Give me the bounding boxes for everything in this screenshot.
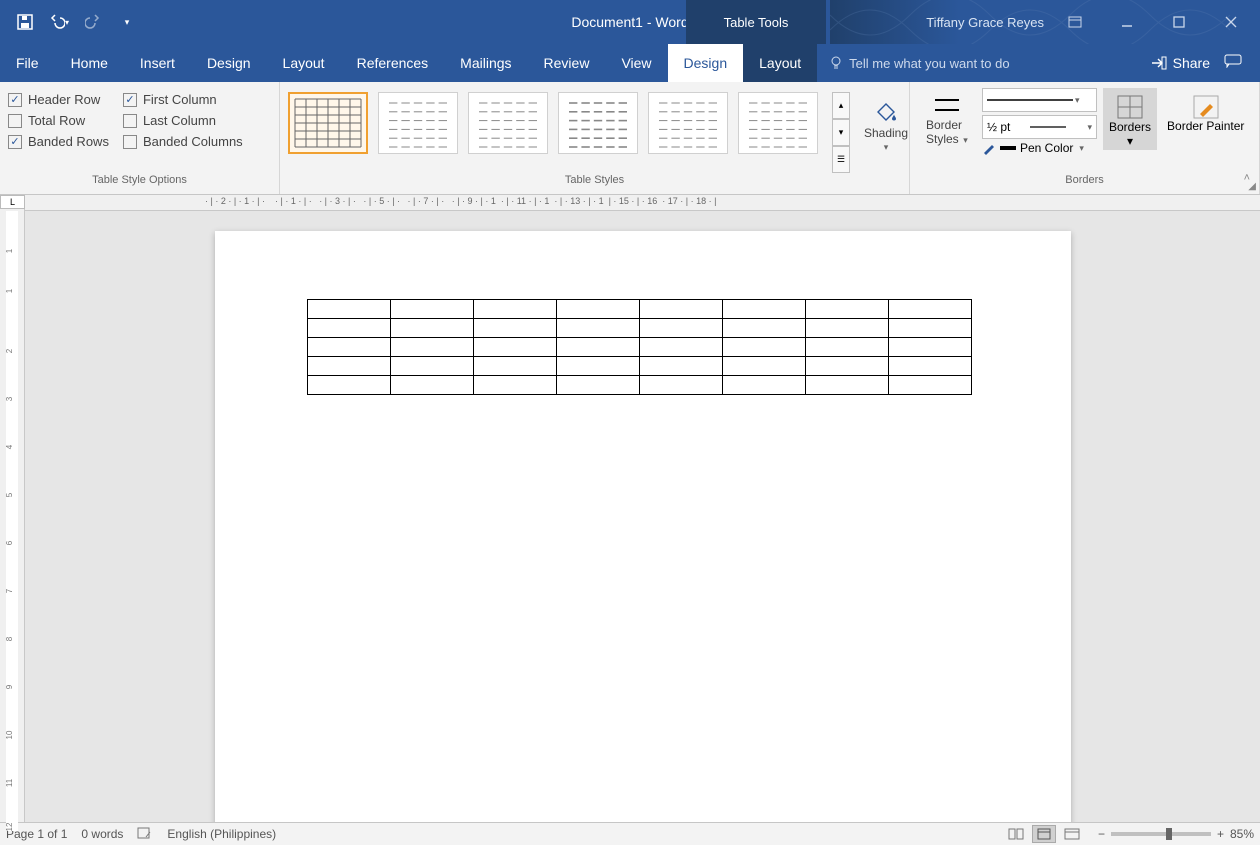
pen-icon	[982, 141, 996, 155]
qat-customize-icon[interactable]: ▾	[114, 9, 140, 35]
borders-button[interactable]: Borders▾	[1103, 88, 1157, 150]
status-bar: Page 1 of 1 0 words English (Philippines…	[0, 822, 1260, 845]
redo-icon[interactable]	[80, 9, 106, 35]
zoom-in-icon[interactable]: +	[1217, 827, 1224, 841]
title-bar: ▾ ▾ Document1 - Word Table Tools Tiffany…	[0, 0, 1260, 44]
gallery-scroll-down[interactable]: ▾	[832, 119, 850, 146]
table-style-thumb-2[interactable]	[378, 92, 458, 154]
document-scroll-area[interactable]	[25, 211, 1260, 822]
tab-insert[interactable]: Insert	[124, 44, 191, 82]
view-print-layout[interactable]	[1032, 825, 1056, 843]
status-language[interactable]: English (Philippines)	[167, 827, 276, 841]
border-styles-button[interactable]: Border Styles ▾	[918, 88, 976, 152]
border-style-sample-icon	[933, 94, 961, 116]
group-label-table-styles: Table Styles	[280, 174, 909, 194]
svg-text:10: 10	[5, 730, 14, 739]
ribbon: Header Row Total Row Banded Rows First C…	[0, 82, 1260, 195]
svg-text:5: 5	[5, 492, 14, 497]
save-icon[interactable]	[12, 9, 38, 35]
table-style-thumb-5[interactable]	[648, 92, 728, 154]
comments-icon[interactable]	[1224, 54, 1242, 73]
share-icon	[1151, 56, 1167, 70]
tab-home[interactable]: Home	[55, 44, 124, 82]
pen-line-style[interactable]: ▾	[982, 88, 1097, 112]
contextual-tab-label: Table Tools	[686, 0, 826, 44]
pen-color-dropdown[interactable]: Pen Color▾	[982, 141, 1097, 155]
group-table-styles: ▴ ▾ ☰ Shading ▾ Table Styles	[280, 82, 910, 194]
zoom-percent[interactable]: 85%	[1230, 827, 1254, 841]
table-style-thumb-6[interactable]	[738, 92, 818, 154]
close-icon[interactable]	[1210, 6, 1252, 38]
view-read-mode[interactable]	[1004, 825, 1028, 843]
tab-references[interactable]: References	[341, 44, 445, 82]
svg-text:2: 2	[5, 348, 14, 353]
tab-tabletools-layout[interactable]: Layout	[743, 44, 817, 82]
zoom-slider[interactable]: − + 85%	[1098, 827, 1254, 841]
maximize-icon[interactable]	[1158, 6, 1200, 38]
tell-me-search[interactable]: Tell me what you want to do	[817, 44, 1009, 82]
document-table[interactable]	[307, 299, 972, 395]
document-workarea: L 1 1 2 3 4 5 6 7 8 9 10 11 12 · | · 2 ·…	[0, 195, 1260, 822]
pen-controls: ▾ ½ pt▾ Pen Color▾	[982, 88, 1097, 155]
tab-tabletools-design[interactable]: Design	[668, 44, 744, 82]
group-label-borders: Borders	[910, 174, 1259, 194]
tell-me-placeholder: Tell me what you want to do	[849, 56, 1009, 71]
check-first-column[interactable]: First Column	[123, 92, 243, 107]
status-words[interactable]: 0 words	[81, 827, 123, 841]
svg-text:12: 12	[5, 822, 14, 831]
lightbulb-icon	[829, 56, 843, 70]
svg-text:3: 3	[5, 396, 14, 401]
tab-mailings[interactable]: Mailings	[444, 44, 527, 82]
brush-icon	[1192, 94, 1220, 120]
border-painter-button[interactable]: Border Painter	[1163, 88, 1248, 135]
vertical-ruler[interactable]: L 1 1 2 3 4 5 6 7 8 9 10 11 12	[0, 195, 25, 822]
ribbon-display-icon[interactable]	[1054, 6, 1096, 38]
minimize-icon[interactable]	[1106, 6, 1148, 38]
gallery-scroll-up[interactable]: ▴	[832, 92, 850, 119]
svg-text:11: 11	[5, 778, 14, 787]
check-banded-columns[interactable]: Banded Columns	[123, 134, 243, 149]
check-banded-rows[interactable]: Banded Rows	[8, 134, 109, 149]
paint-bucket-icon	[872, 98, 900, 124]
tab-review[interactable]: Review	[528, 44, 606, 82]
pen-weight-dropdown[interactable]: ½ pt▾	[982, 115, 1097, 139]
table-style-thumb-1[interactable]	[288, 92, 368, 154]
check-total-row[interactable]: Total Row	[8, 113, 109, 128]
horizontal-ruler[interactable]: · | · 2 · | · 1 · | · · | · 1 · | · · | …	[25, 195, 1260, 211]
group-borders: Border Styles ▾ ▾ ½ pt▾ Pen Color▾ Borde…	[910, 82, 1260, 194]
share-button[interactable]: Share	[1151, 55, 1210, 71]
svg-text:4: 4	[5, 444, 14, 449]
svg-text:9: 9	[5, 684, 14, 689]
table-style-thumb-3[interactable]	[468, 92, 548, 154]
collapse-ribbon-icon[interactable]: ˄	[1244, 172, 1250, 184]
svg-text:6: 6	[5, 540, 14, 545]
group-table-style-options: Header Row Total Row Banded Rows First C…	[0, 82, 280, 194]
tab-file[interactable]: File	[0, 44, 55, 82]
table-style-thumb-4[interactable]	[558, 92, 638, 154]
page-1[interactable]	[215, 231, 1071, 822]
borders-grid-icon	[1116, 94, 1144, 120]
proofing-icon[interactable]	[137, 826, 153, 843]
svg-text:8: 8	[5, 636, 14, 641]
svg-text:1: 1	[5, 288, 14, 293]
check-last-column[interactable]: Last Column	[123, 113, 243, 128]
ribbon-tabs: File Home Insert Design Layout Reference…	[0, 44, 1260, 82]
gallery-more[interactable]: ☰	[832, 146, 850, 173]
group-label-options: Table Style Options	[0, 174, 279, 194]
svg-text:1: 1	[5, 248, 14, 253]
user-name[interactable]: Tiffany Grace Reyes	[926, 15, 1044, 30]
zoom-out-icon[interactable]: −	[1098, 827, 1105, 841]
undo-icon[interactable]: ▾	[46, 9, 72, 35]
shading-button[interactable]: Shading ▾	[856, 92, 916, 159]
table-styles-gallery[interactable]: ▴ ▾ ☰	[288, 92, 850, 173]
check-header-row[interactable]: Header Row	[8, 92, 109, 107]
tab-view[interactable]: View	[605, 44, 667, 82]
tab-layout[interactable]: Layout	[267, 44, 341, 82]
view-web-layout[interactable]	[1060, 825, 1084, 843]
svg-text:7: 7	[5, 588, 14, 593]
tab-design[interactable]: Design	[191, 44, 267, 82]
